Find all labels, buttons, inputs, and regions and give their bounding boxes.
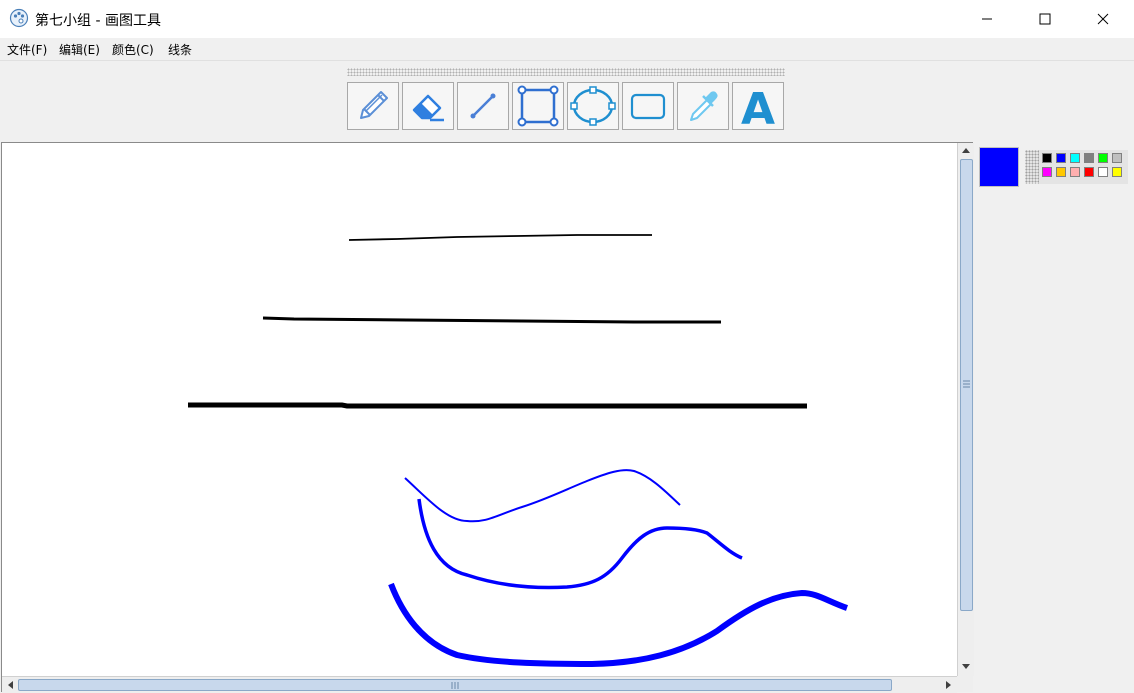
scroll-up-icon[interactable] (961, 146, 971, 154)
ellipse-tool-button[interactable] (567, 82, 619, 130)
horizontal-scrollbar[interactable] (2, 676, 957, 693)
scroll-left-icon[interactable] (6, 680, 14, 690)
black-stroke-medium (262, 316, 721, 324)
eraser-icon (412, 94, 444, 122)
blue-curve-medium (417, 498, 743, 590)
current-color-swatch[interactable] (979, 147, 1019, 187)
palette-swatch[interactable] (1098, 167, 1108, 177)
color-palette (1025, 150, 1128, 184)
palette-swatch[interactable] (1056, 153, 1066, 163)
toolbar-grip[interactable] (347, 68, 785, 76)
eyedropper-icon (690, 91, 718, 121)
close-button[interactable] (1074, 0, 1132, 38)
scroll-down-icon[interactable] (961, 663, 971, 671)
palette-swatch[interactable] (1056, 167, 1066, 177)
text-tool-button[interactable]: A (732, 82, 784, 130)
palette-swatch[interactable] (1042, 167, 1052, 177)
text-icon: A (741, 84, 775, 128)
drawing-area (1, 142, 974, 693)
menu-file[interactable]: 文件(F) (7, 41, 47, 58)
black-stroke-thin (348, 234, 652, 241)
pencil-icon (360, 91, 388, 119)
rounded-rectangle-icon (630, 93, 666, 120)
rectangle-tool-button[interactable] (512, 82, 564, 130)
menu-edit[interactable]: 编辑(E) (59, 41, 100, 58)
canvas-drawing (188, 234, 848, 668)
minimize-button[interactable] (958, 0, 1016, 38)
line-icon (470, 93, 496, 119)
grip-icon (963, 380, 970, 388)
scroll-right-icon[interactable] (945, 680, 953, 690)
scroll-corner (957, 676, 973, 692)
palette-swatch[interactable] (1112, 167, 1122, 177)
palette-grip[interactable] (1025, 150, 1039, 184)
blue-curve-thick (388, 582, 848, 668)
menu-line[interactable]: 线条 (168, 41, 192, 58)
palette-swatch[interactable] (1098, 153, 1108, 163)
eraser-tool-button[interactable] (402, 82, 454, 130)
pencil-tool-button[interactable] (347, 82, 399, 130)
blue-curve-thin (404, 469, 681, 523)
vertical-scroll-thumb[interactable] (960, 159, 973, 611)
line-tool-button[interactable] (457, 82, 509, 130)
maximize-button[interactable] (1016, 0, 1074, 38)
rounded-rectangle-tool-button[interactable] (622, 82, 674, 130)
maximize-icon (1039, 13, 1051, 25)
title-bar: 第七小组 - 画图工具 (0, 0, 1134, 38)
close-icon (1097, 13, 1109, 25)
rectangle-icon (517, 85, 559, 127)
ellipse-icon (570, 86, 616, 126)
black-stroke-thick (188, 402, 807, 409)
text-tool-glyph: A (741, 84, 775, 128)
palette-icon (9, 8, 29, 28)
horizontal-scroll-thumb[interactable] (18, 679, 892, 691)
eyedropper-tool-button[interactable] (677, 82, 729, 130)
grip-icon (451, 682, 459, 689)
palette-swatch[interactable] (1042, 153, 1052, 163)
menu-color[interactable]: 颜色(C) (112, 41, 154, 58)
palette-swatch[interactable] (1070, 167, 1080, 177)
palette-swatch[interactable] (1112, 153, 1122, 163)
palette-swatch[interactable] (1070, 153, 1080, 163)
palette-swatch[interactable] (1084, 153, 1094, 163)
vertical-scrollbar[interactable] (957, 143, 974, 676)
window-title: 第七小组 - 画图工具 (35, 13, 161, 29)
palette-swatch[interactable] (1084, 167, 1094, 177)
minimize-icon (982, 18, 992, 20)
menu-bar: 文件(F) 编辑(E) 颜色(C) 线条 (0, 38, 1134, 60)
drawing-canvas[interactable] (2, 143, 957, 676)
